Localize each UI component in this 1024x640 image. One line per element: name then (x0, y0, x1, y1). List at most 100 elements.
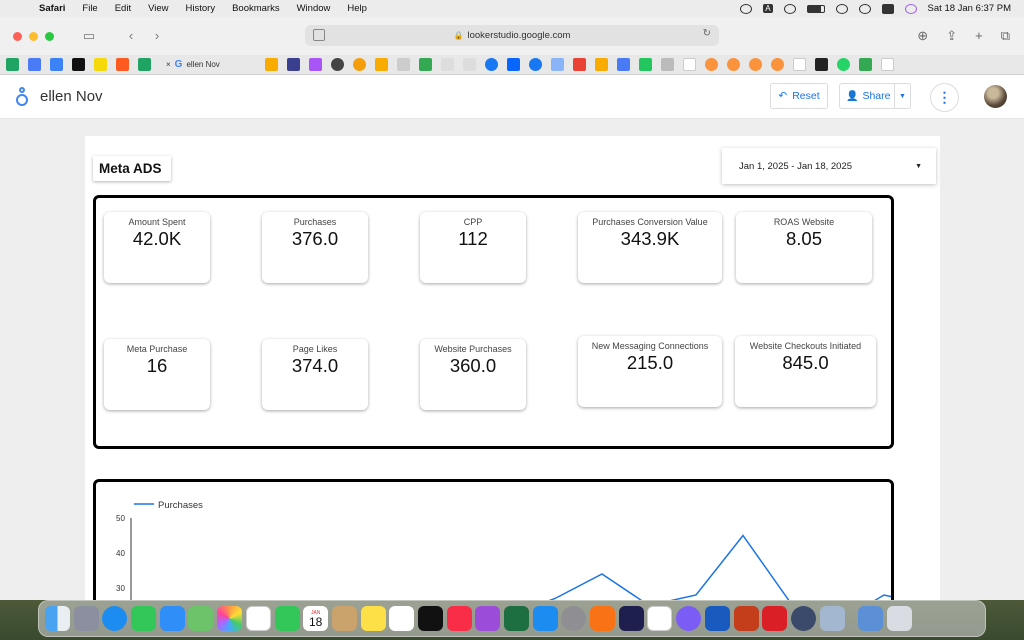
share-dropdown-icon[interactable]: ▼ (894, 84, 910, 108)
share-page-icon[interactable]: ⇪ (946, 28, 957, 44)
apple-tv-icon[interactable] (417, 606, 443, 631)
new-tab-icon[interactable]: + (975, 28, 983, 44)
tiktok-favicon-icon[interactable] (72, 58, 85, 71)
looker-studio-logo-icon[interactable] (14, 86, 30, 108)
downloads-icon[interactable]: ⊕ (917, 28, 928, 44)
purchases-time-series-chart[interactable]: Purchases 50 40 30 (93, 479, 894, 619)
orange-circle-favicon-icon[interactable] (726, 58, 740, 71)
meta-favicon-icon[interactable] (506, 58, 520, 71)
mail-icon[interactable] (159, 606, 185, 631)
play-status-icon[interactable] (783, 3, 796, 14)
close-window-button[interactable] (13, 31, 22, 41)
scorecard-page-likes[interactable]: Page Likes 374.0 (262, 339, 368, 410)
page-menu-icon[interactable] (313, 29, 325, 41)
triangle-favicon-icon[interactable] (50, 58, 63, 71)
trash-icon[interactable] (886, 606, 912, 631)
google-favicon-icon[interactable] (880, 58, 894, 71)
chatgpt-favicon-icon[interactable] (330, 58, 344, 71)
menu-clock[interactable]: Sat 18 Jan 6:37 PM (928, 3, 1011, 14)
contacts-icon[interactable] (331, 606, 357, 631)
menu-help[interactable]: Help (347, 3, 367, 14)
photos-icon[interactable] (217, 606, 243, 631)
user-avatar[interactable] (984, 85, 1007, 108)
sheets-favicon-icon[interactable] (6, 58, 19, 71)
safari-icon[interactable] (102, 606, 128, 631)
whatsapp-favicon-icon[interactable] (836, 58, 850, 71)
downloads-stack-icon[interactable] (858, 606, 884, 631)
more-options-button[interactable]: ⋮ (930, 83, 959, 112)
date-range-picker[interactable]: Jan 1, 2025 - Jan 18, 2025 ▼ (722, 148, 936, 184)
podcasts-icon[interactable] (475, 606, 501, 631)
freeform-icon[interactable] (245, 606, 271, 631)
control-center-icon[interactable] (881, 3, 894, 14)
scorecard-new-messaging-connections[interactable]: New Messaging Connections 215.0 (578, 336, 722, 407)
battery-icon[interactable] (806, 4, 825, 13)
link-favicon-icon[interactable] (814, 58, 828, 71)
calendar-icon[interactable]: JAN 18 (303, 606, 329, 631)
excel-icon[interactable] (504, 606, 529, 631)
facebook-favicon-icon[interactable] (528, 58, 542, 71)
analytics-favicon-icon[interactable] (374, 58, 388, 71)
dot-favicon-icon[interactable] (440, 58, 454, 71)
google-favicon-icon[interactable] (792, 58, 806, 71)
menu-window[interactable]: Window (297, 3, 331, 14)
orange-circle-favicon-icon[interactable] (748, 58, 762, 71)
facetime-icon[interactable] (274, 606, 300, 631)
scorecard-website-checkouts-initiated[interactable]: Website Checkouts Initiated 845.0 (735, 336, 876, 407)
messenger-icon[interactable] (676, 606, 702, 631)
acrobat-icon[interactable] (647, 606, 673, 631)
ads-favicon-icon[interactable] (858, 58, 872, 71)
orange-favicon-icon[interactable] (116, 58, 129, 71)
after-effects-icon[interactable] (618, 606, 644, 631)
creative-cloud-icon[interactable] (762, 606, 788, 631)
sheets-favicon-icon[interactable] (138, 58, 151, 71)
gemini-favicon-icon[interactable] (550, 58, 564, 71)
drive-favicon-icon[interactable] (418, 58, 432, 71)
address-bar[interactable]: 🔒 lookerstudio.google.com ↻ (305, 25, 719, 46)
siri-icon[interactable] (904, 3, 917, 14)
maps-icon[interactable] (188, 606, 214, 631)
google-favicon-icon[interactable] (682, 58, 696, 71)
facebook-favicon-icon[interactable] (484, 58, 498, 71)
report-name[interactable]: ellen Nov (40, 88, 103, 105)
system-settings-icon[interactable] (561, 606, 587, 631)
gmail-favicon-icon[interactable] (572, 58, 586, 71)
orange-circle-favicon-icon[interactable] (704, 58, 718, 71)
key-favicon-icon[interactable] (396, 58, 410, 71)
scorecard-website-purchases[interactable]: Website Purchases 360.0 (420, 339, 526, 410)
chrome-favicon-icon[interactable] (352, 58, 366, 71)
scorecard-cpp[interactable]: CPP 112 (420, 212, 526, 283)
menu-bookmarks[interactable]: Bookmarks (232, 3, 280, 14)
launchpad-icon[interactable] (73, 606, 99, 631)
scorecard-purchases[interactable]: Purchases 376.0 (262, 212, 368, 283)
sidebar-toggle-icon[interactable]: ▭ (82, 29, 96, 43)
orange-circle-favicon-icon[interactable] (770, 58, 784, 71)
forward-icon[interactable]: › (150, 29, 164, 43)
active-tab[interactable]: × G ellen Nov (166, 59, 220, 70)
bookmark-favicon-icon[interactable] (286, 58, 300, 71)
notes-icon[interactable] (360, 606, 386, 631)
scorecard-amount-spent[interactable]: Amount Spent 42.0K (104, 212, 210, 283)
diamond-favicon-icon[interactable] (28, 58, 41, 71)
vlc-icon[interactable] (590, 606, 616, 631)
zoom-window-button[interactable] (45, 31, 54, 41)
back-icon[interactable]: ‹ (124, 29, 138, 43)
dot-favicon-icon[interactable] (462, 58, 476, 71)
reminders-icon[interactable] (389, 606, 415, 631)
powerpoint-icon[interactable] (733, 606, 759, 631)
send-favicon-icon[interactable] (638, 58, 652, 71)
finder-icon[interactable] (45, 606, 70, 631)
menu-file[interactable]: File (82, 3, 97, 14)
menu-edit[interactable]: Edit (115, 3, 131, 14)
analytics-favicon-icon[interactable] (594, 58, 608, 71)
input-source-icon[interactable]: A (763, 4, 773, 13)
preview-icon[interactable] (819, 606, 845, 631)
app-store-icon[interactable] (532, 606, 558, 631)
search-icon[interactable] (858, 3, 871, 14)
diamond-favicon-icon[interactable] (616, 58, 630, 71)
reload-icon[interactable]: ↻ (703, 28, 711, 39)
scorecard-purchases-conversion-value[interactable]: Purchases Conversion Value 343.9K (578, 212, 722, 283)
minimize-window-button[interactable] (29, 31, 38, 41)
word-icon[interactable] (704, 606, 730, 631)
messages-icon[interactable] (131, 606, 157, 631)
